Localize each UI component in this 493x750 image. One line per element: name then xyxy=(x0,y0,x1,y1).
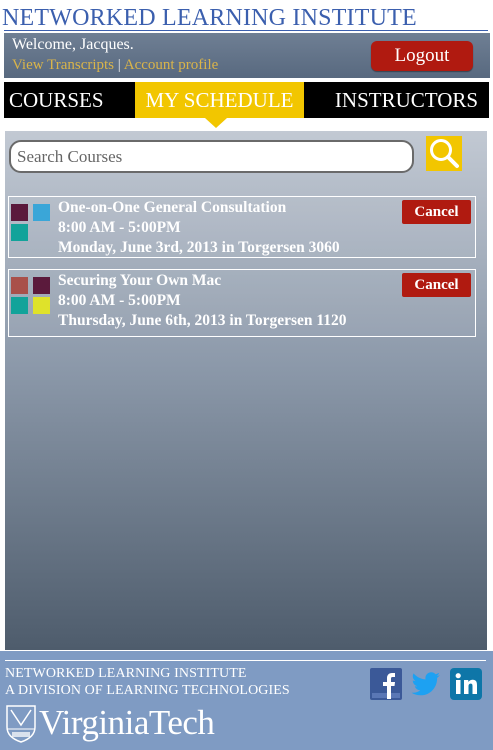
cancel-button[interactable]: Cancel xyxy=(402,200,471,224)
schedule-item: Securing Your Own Mac 8:00 AM - 5:00PM T… xyxy=(8,269,476,337)
main-nav: COURSES MY SCHEDULE INSTRUCTORS xyxy=(4,82,489,118)
category-swatches xyxy=(11,204,53,246)
schedule-item-details: One-on-One General Consultation 8:00 AM … xyxy=(58,198,340,258)
cancel-button[interactable]: Cancel xyxy=(402,273,471,297)
linkedin-icon xyxy=(450,668,482,700)
site-title: Networked Learning Institute xyxy=(2,5,417,31)
course-time: 8:00 AM - 5:00PM xyxy=(58,292,181,309)
logout-button[interactable]: Logout xyxy=(371,41,473,71)
active-tab-pointer xyxy=(205,118,227,128)
category-swatch xyxy=(33,277,50,294)
category-swatch xyxy=(11,204,28,221)
twitter-icon xyxy=(411,672,440,696)
tab-my-schedule[interactable]: MY SCHEDULE xyxy=(135,82,304,118)
welcome-message: Welcome, Jacques. xyxy=(12,36,134,53)
account-profile-link[interactable]: Account profile xyxy=(124,57,219,73)
category-swatch xyxy=(11,277,28,294)
facebook-icon xyxy=(370,668,402,700)
virginia-tech-logo[interactable]: VirginiaTech xyxy=(6,703,252,745)
category-swatch xyxy=(33,204,50,221)
university-shield-icon xyxy=(6,705,36,743)
category-swatches xyxy=(11,277,53,319)
facebook-link[interactable] xyxy=(370,668,402,700)
footer: Networked Learning Institute A Division … xyxy=(0,651,493,750)
tab-instructors[interactable]: INSTRUCTORS xyxy=(324,82,489,118)
category-swatch xyxy=(11,224,28,241)
welcome-bar: Welcome, Jacques. View Transcripts | Acc… xyxy=(4,33,490,78)
schedule-item: One-on-One General Consultation 8:00 AM … xyxy=(8,196,476,258)
logo-wordmark: VirginiaTech xyxy=(39,703,215,742)
account-links: View Transcripts | Account profile xyxy=(12,57,218,74)
course-title[interactable]: One-on-One General Consultation xyxy=(58,198,340,218)
category-swatch xyxy=(33,297,50,314)
schedule-item-details: Securing Your Own Mac 8:00 AM - 5:00PM T… xyxy=(58,271,347,331)
category-swatch xyxy=(11,297,28,314)
twitter-link[interactable] xyxy=(410,668,442,700)
link-separator: | xyxy=(117,57,121,73)
footer-institute-name: Networked Learning Institute xyxy=(5,666,247,681)
search-input[interactable] xyxy=(9,140,414,173)
search-icon xyxy=(430,139,459,168)
search-button[interactable] xyxy=(426,136,462,171)
linkedin-link[interactable] xyxy=(450,668,482,700)
course-title[interactable]: Securing Your Own Mac xyxy=(58,271,347,291)
footer-division-name: A Division of Learning Technologies xyxy=(5,683,290,698)
footer-divider xyxy=(5,660,486,661)
view-transcripts-link[interactable]: View Transcripts xyxy=(12,57,114,73)
tab-courses[interactable]: COURSES xyxy=(4,82,134,118)
course-date-location: Thursday, June 6th, 2013 in Torgersen 11… xyxy=(58,312,347,329)
course-time: 8:00 AM - 5:00PM xyxy=(58,219,181,236)
title-divider xyxy=(4,30,488,31)
course-date-location: Monday, June 3rd, 2013 in Torgersen 3060 xyxy=(58,239,340,256)
schedule-panel: One-on-One General Consultation 8:00 AM … xyxy=(5,131,487,650)
